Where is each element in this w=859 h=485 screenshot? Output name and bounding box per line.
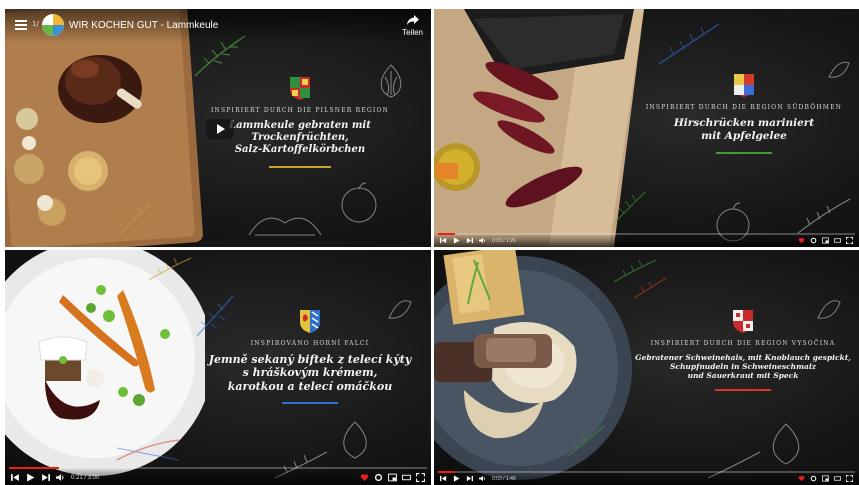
dish-line: Salz-Kartoffelkörbchen [234,144,366,156]
dish-line: karotkou a telecí omáčkou [227,379,393,393]
previous-icon[interactable] [11,473,20,482]
region-kicker: INSPIRIERT DURCH DIE REGION VYSOČINA [650,340,836,347]
dish-text-block: INSPIROVÁNO HORNÍ FALCÍ Jemně sekaný bif… [200,308,420,405]
dish-line: s hráškovým krémem, [242,366,378,380]
fullscreen-icon[interactable] [846,475,853,482]
video-header: 1/ WIR KOCHEN GUT - Lammkeule Teilen [5,9,431,43]
player-controls: 0:03 / 1:26 [434,233,859,247]
upper-palatinate-crest-icon [300,310,320,333]
video-tile-hirschruecken[interactable]: INSPIRIERT DURCH DIE REGION SÜDBÖHMEN Hi… [434,9,859,247]
heart-icon[interactable] [798,475,805,482]
herb-doodle [658,23,720,65]
pilsen-crest-icon [290,77,310,100]
player-controls: 0:21 / 3:00 [5,467,431,485]
fullscreen-icon[interactable] [416,473,425,482]
playlist-counter: 1/ [32,20,39,28]
dish-title: Jemně sekaný biftek z telecí kýty s hráš… [200,353,420,393]
share-button[interactable]: Teilen [402,14,423,37]
play-icon[interactable] [26,473,35,482]
progress-bar[interactable] [438,471,855,473]
video-tile-schweinehals[interactable]: INSPIRIERT DURCH DIE REGION VYSOČINA Geb… [434,250,859,485]
channel-logo[interactable] [42,14,64,36]
dish-line: Schupfnudeln in Schweineschmalz [670,362,816,372]
miniplayer-icon[interactable] [822,237,829,244]
time-display: 0:21 / 3:00 [71,474,100,481]
dish-line: und Sauerkraut mit Speck [687,371,799,381]
accent-underline [715,389,771,392]
region-kicker: INSPIRIERT DURCH DIE REGION SÜDBÖHMEN [645,104,843,111]
playlist-menu-icon[interactable] [15,20,27,30]
video-title[interactable]: WIR KOCHEN GUT - Lammkeule [69,20,218,31]
vysocina-crest-icon [733,310,753,333]
settings-gear-icon[interactable] [374,473,383,482]
next-icon[interactable] [466,237,473,244]
dish-text-block: INSPIRIERT DURCH DIE REGION SÜDBÖHMEN Hi… [644,72,844,154]
region-kicker: INSPIRIERT DURCH DIE PILSNER REGION [210,107,390,114]
progress-fill [9,467,60,469]
dish-line: mit Apfelgelee [701,129,787,142]
lamb-dish-image [5,9,203,247]
accent-underline [269,165,331,168]
heart-icon[interactable] [798,237,805,244]
next-icon[interactable] [41,473,50,482]
previous-icon[interactable] [440,475,447,482]
accent-underline [716,151,772,154]
time-display: 0:03 / 1:26 [492,237,516,244]
progress-fill [438,471,455,473]
herb-doodle [148,257,192,281]
next-icon[interactable] [466,475,473,482]
share-label: Teilen [402,28,423,37]
dish-title: Hirschrücken mariniert mit Apfelgelee [644,117,844,143]
fullscreen-icon[interactable] [846,237,853,244]
progress-fill [438,233,455,235]
dish-line: Jemně sekaný biftek z telecí kýty [208,353,412,366]
heart-icon[interactable] [360,473,369,482]
south-bohemia-crest-icon [734,74,754,97]
garlic-doodle [772,423,800,465]
leaf-doodle [119,203,151,235]
settings-gear-icon[interactable] [810,475,817,482]
player-controls: 0:03 / 1:49 [434,471,859,485]
progress-bar[interactable] [9,467,427,469]
miniplayer-icon[interactable] [822,475,829,482]
share-icon [406,15,419,25]
carrot-doodle [116,439,180,461]
dish-line: Hirschrücken mariniert [673,117,815,129]
time-display: 0:03 / 1:49 [492,475,516,482]
play-icon[interactable] [453,237,460,244]
accent-underline [282,402,338,405]
miniplayer-icon[interactable] [388,473,397,482]
garlic-doodle [343,421,367,459]
dish-text-block: INSPIRIERT DURCH DIE REGION VYSOČINA Geb… [629,308,857,392]
theater-mode-icon[interactable] [834,475,841,482]
settings-gear-icon[interactable] [810,237,817,244]
video-tile-lammkeule[interactable]: INSPIRIERT DURCH DIE PILSNER REGION Lamm… [5,9,431,247]
theater-mode-icon[interactable] [834,237,841,244]
region-kicker: INSPIROVÁNO HORNÍ FALCÍ [250,340,370,347]
volume-icon[interactable] [56,473,65,482]
volume-icon[interactable] [479,475,486,482]
apple-doodle [341,182,377,223]
play-button[interactable] [206,119,234,139]
mushroom-doodle [248,217,322,236]
dish-line: Gebratener Schweinehals, mit Knoblauch g… [635,353,851,362]
progress-bar[interactable] [438,233,855,235]
herb-doodle [633,277,667,299]
video-tile-biftek[interactable]: INSPIROVÁNO HORNÍ FALCÍ Jemně sekaný bif… [5,250,431,485]
herb-doodle [567,425,605,457]
dish-title: Gebratener Schweinehals, mit Knoblauch g… [629,353,857,380]
previous-icon[interactable] [440,237,447,244]
herb-doodle [614,191,646,223]
herb-doodle [797,198,851,234]
volume-icon[interactable] [479,237,486,244]
play-icon[interactable] [453,475,460,482]
theater-mode-icon[interactable] [402,473,411,482]
